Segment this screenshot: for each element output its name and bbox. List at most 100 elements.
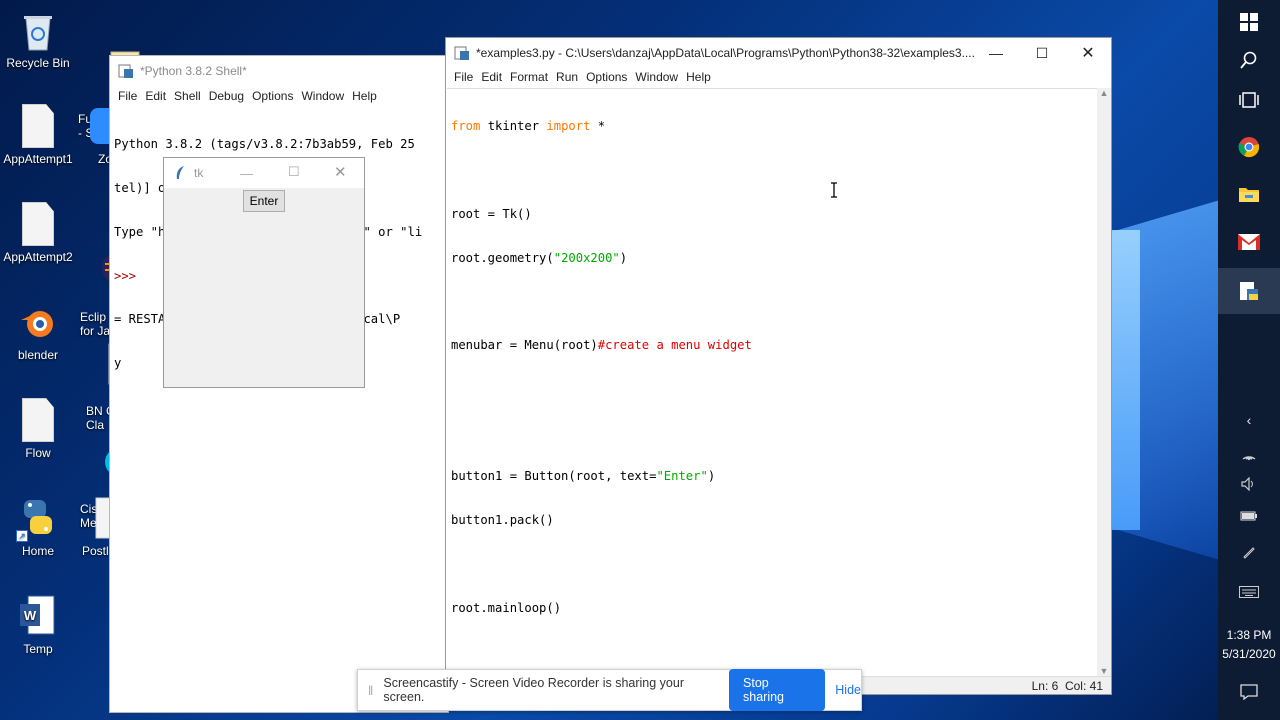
code-text: menubar = Menu(root) — [451, 338, 598, 353]
editor-scrollbar[interactable]: ▲ ▼ — [1097, 88, 1111, 676]
desktop-icon-label: AppAttempt1 — [3, 152, 73, 166]
taskbar: ‹ 1:38 PM 5/31/2020 — [1218, 0, 1280, 720]
gmail-icon[interactable] — [1218, 220, 1280, 264]
desktop-icon-appattempt1[interactable]: AppAttempt1 — [0, 104, 76, 166]
idle-icon — [454, 45, 470, 61]
shell-line: Python 3.8.2 (tags/v3.8.2:7b3ab59, Feb 2… — [114, 137, 415, 152]
search-icon[interactable] — [1218, 38, 1280, 82]
editor-menu-format[interactable]: Format — [510, 70, 548, 84]
tk-title: tk — [194, 166, 204, 180]
hide-link[interactable]: Hide — [835, 683, 861, 697]
code-line: root.mainloop() — [451, 600, 562, 615]
shell-title: *Python 3.8.2 Shell* — [140, 64, 247, 78]
idle-icon — [118, 63, 134, 79]
close-icon[interactable]: ✕ — [1065, 38, 1111, 68]
word-icon: W — [18, 594, 58, 638]
maximize-icon[interactable]: ☐ — [1019, 38, 1065, 68]
desktop-icon-recycle-bin[interactable]: Recycle Bin — [0, 8, 76, 70]
code-text: ) — [619, 250, 628, 265]
desktop-icon-temp[interactable]: W Temp — [0, 594, 76, 656]
code-text: root.geometry( — [451, 250, 554, 265]
desktop-icon-home[interactable]: ↗ Home — [0, 496, 76, 558]
task-view-icon[interactable] — [1218, 78, 1280, 122]
shell-menu-help[interactable]: Help — [352, 89, 377, 103]
shell-menu-file[interactable]: File — [118, 89, 137, 103]
editor-menu-window[interactable]: Window — [635, 70, 678, 84]
editor-window[interactable]: *examples3.py - C:\Users\danzaj\AppData\… — [445, 37, 1112, 695]
desktop-icon-label: Recycle Bin — [6, 56, 70, 70]
document-icon — [22, 202, 54, 246]
document-icon — [22, 104, 54, 148]
scroll-down-icon[interactable]: ▼ — [1097, 666, 1111, 676]
minimize-icon[interactable]: — — [240, 166, 253, 181]
editor-title: *examples3.py - C:\Users\danzaj\AppData\… — [476, 46, 975, 60]
code-line: button1.pack() — [451, 513, 554, 528]
clock-time: 1:38 PM — [1226, 628, 1272, 642]
desktop-icon-label: Home — [21, 544, 54, 558]
shell-menu-window[interactable]: Window — [301, 89, 344, 103]
maximize-icon[interactable]: ☐ — [288, 164, 300, 180]
text-cursor-icon — [830, 182, 838, 198]
clock-date: 5/31/2020 — [1222, 647, 1276, 661]
pen-icon[interactable] — [1218, 530, 1280, 574]
editor-menu-file[interactable]: File — [454, 70, 473, 84]
keyboard-icon[interactable] — [1218, 570, 1280, 614]
desktop-icon-appattempt2[interactable]: AppAttempt2 — [0, 202, 76, 264]
close-icon[interactable]: ✕ — [334, 163, 347, 181]
editor-menu-options[interactable]: Options — [586, 70, 627, 84]
code-line: root.geometry("200x200") — [451, 251, 1093, 266]
chrome-icon[interactable] — [1218, 125, 1280, 169]
code-text: tkinter — [480, 119, 547, 134]
minimize-icon[interactable]: — — [973, 38, 1019, 68]
desktop-icon-label: AppAttempt2 — [3, 250, 73, 264]
code-text: * — [590, 119, 606, 134]
desktop-icon-label: Flow — [25, 446, 51, 460]
wallpaper-beam — [1110, 230, 1140, 530]
shell-titlebar[interactable]: *Python 3.8.2 Shell* — [110, 56, 448, 86]
stop-sharing-button[interactable]: Stop sharing — [729, 669, 826, 711]
clock[interactable]: 1:38 PM 5/31/2020 — [1218, 626, 1280, 664]
desktop-icon-flow[interactable]: Flow — [0, 398, 76, 460]
shell-menu-options[interactable]: Options — [252, 89, 293, 103]
editor-code-area[interactable]: from tkinter import * root = Tk() root.g… — [447, 88, 1097, 676]
code-line: root = Tk() — [451, 206, 532, 221]
editor-titlebar[interactable]: *examples3.py - C:\Users\danzaj\AppData\… — [446, 38, 1111, 68]
shell-menu-edit[interactable]: Edit — [145, 89, 166, 103]
code-keyword: from — [451, 119, 481, 134]
code-comment: #create a menu widget — [597, 338, 752, 353]
drag-handle-icon[interactable]: ‖ — [368, 683, 373, 698]
file-explorer-icon[interactable] — [1218, 172, 1280, 216]
tk-enter-button[interactable]: Enter — [242, 190, 286, 212]
screen-share-banner: ‖ Screencastify - Screen Video Recorder … — [357, 669, 862, 711]
desktop-icon-label: blender — [17, 348, 59, 362]
code-line: button1 = Button(root, text="Enter") — [451, 469, 1093, 484]
feather-icon — [174, 165, 186, 181]
blender-icon — [18, 300, 58, 344]
action-center-icon[interactable] — [1218, 670, 1280, 714]
editor-menu-run[interactable]: Run — [556, 70, 578, 84]
shell-menubar: File Edit Shell Debug Options Window Hel… — [110, 86, 448, 106]
svg-text:W: W — [24, 608, 37, 623]
editor-menu-help[interactable]: Help — [686, 70, 711, 84]
editor-menu-edit[interactable]: Edit — [481, 70, 502, 84]
code-text: button1 = Button(root, text= — [451, 469, 657, 484]
status-line-col: Ln: 6 Col: 41 — [1031, 679, 1103, 693]
desktop-icon-blender[interactable]: blender — [0, 300, 76, 362]
idle-taskbar-icon[interactable] — [1218, 268, 1280, 314]
code-line: menubar = Menu(root)#create a menu widge… — [451, 338, 1093, 353]
share-message: Screencastify - Screen Video Recorder is… — [383, 676, 684, 704]
code-string: "Enter" — [656, 469, 708, 484]
recycle-bin-icon — [18, 8, 58, 52]
shell-menu-shell[interactable]: Shell — [174, 89, 201, 103]
tk-window[interactable]: tk — ☐ ✕ Enter — [163, 157, 365, 388]
code-text: ) — [707, 469, 716, 484]
desktop-icon-label: Temp — [23, 642, 53, 656]
document-icon — [22, 398, 54, 442]
windows-logo-icon — [1240, 13, 1258, 31]
shell-menu-debug[interactable]: Debug — [209, 89, 244, 103]
code-keyword: import — [546, 119, 591, 134]
tk-titlebar[interactable]: tk — ☐ ✕ — [164, 158, 364, 188]
code-string: "200x200" — [553, 250, 620, 265]
scroll-up-icon[interactable]: ▲ — [1097, 88, 1111, 98]
python-icon: ↗ — [16, 496, 58, 542]
